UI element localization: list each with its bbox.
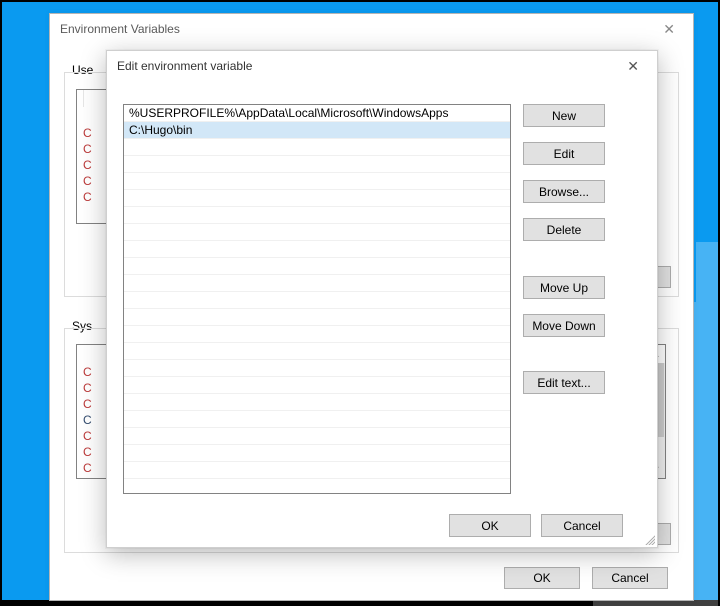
row-glyph: C	[83, 174, 92, 188]
ok-button[interactable]: OK	[504, 567, 580, 589]
edit-button[interactable]: Edit	[523, 142, 605, 165]
env-title: Environment Variables	[60, 22, 180, 36]
row-glyph: C	[83, 461, 92, 475]
empty-row[interactable]	[124, 207, 510, 224]
row-glyph: C	[83, 413, 92, 427]
empty-row[interactable]	[124, 411, 510, 428]
empty-row[interactable]	[124, 343, 510, 360]
empty-row[interactable]	[124, 360, 510, 377]
empty-row[interactable]	[124, 190, 510, 207]
empty-row[interactable]	[124, 292, 510, 309]
empty-row[interactable]	[124, 241, 510, 258]
empty-row[interactable]	[124, 377, 510, 394]
row-glyph: C	[83, 445, 92, 459]
empty-row[interactable]	[124, 428, 510, 445]
empty-row[interactable]	[124, 224, 510, 241]
empty-row[interactable]	[124, 173, 510, 190]
empty-row[interactable]	[124, 462, 510, 479]
cancel-button[interactable]: Cancel	[592, 567, 668, 589]
cancel-label: Cancel	[611, 571, 648, 585]
empty-row[interactable]	[124, 139, 510, 156]
path-listbox[interactable]: %USERPROFILE%\AppData\Local\Microsoft\Wi…	[123, 104, 511, 494]
row-glyph: C	[83, 381, 92, 395]
edit-titlebar: Edit environment variable ✕	[107, 51, 657, 81]
ok-button[interactable]: OK	[449, 514, 531, 537]
empty-row[interactable]	[124, 445, 510, 462]
browse-button[interactable]: Browse...	[523, 180, 605, 203]
new-button[interactable]: New	[523, 104, 605, 127]
resize-grip-icon[interactable]	[643, 533, 655, 545]
row-glyph: C	[83, 365, 92, 379]
close-icon[interactable]: ✕	[655, 19, 683, 40]
edit-env-var-dialog: Edit environment variable ✕ %USERPROFILE…	[106, 50, 658, 548]
row-glyph: C	[83, 158, 92, 172]
empty-row[interactable]	[124, 309, 510, 326]
empty-row[interactable]	[124, 258, 510, 275]
ok-label: OK	[533, 571, 550, 585]
row-glyph: C	[83, 142, 92, 156]
empty-row[interactable]	[124, 156, 510, 173]
cancel-button[interactable]: Cancel	[541, 514, 623, 537]
empty-row[interactable]	[124, 326, 510, 343]
row-glyph: C	[83, 126, 92, 140]
delete-button[interactable]: Delete	[523, 218, 605, 241]
env-titlebar: Environment Variables ✕	[50, 14, 693, 44]
row-glyph: C	[83, 397, 92, 411]
move-up-button[interactable]: Move Up	[523, 276, 605, 299]
empty-row[interactable]	[124, 275, 510, 292]
edit-title: Edit environment variable	[117, 59, 252, 73]
path-row[interactable]: %USERPROFILE%\AppData\Local\Microsoft\Wi…	[124, 105, 510, 122]
path-row[interactable]: C:\Hugo\bin	[124, 122, 510, 139]
close-icon[interactable]: ✕	[619, 56, 647, 77]
empty-row[interactable]	[124, 394, 510, 411]
edit-text-button[interactable]: Edit text...	[523, 371, 605, 394]
row-glyph: C	[83, 190, 92, 204]
row-glyph: C	[83, 429, 92, 443]
move-down-button[interactable]: Move Down	[523, 314, 605, 337]
